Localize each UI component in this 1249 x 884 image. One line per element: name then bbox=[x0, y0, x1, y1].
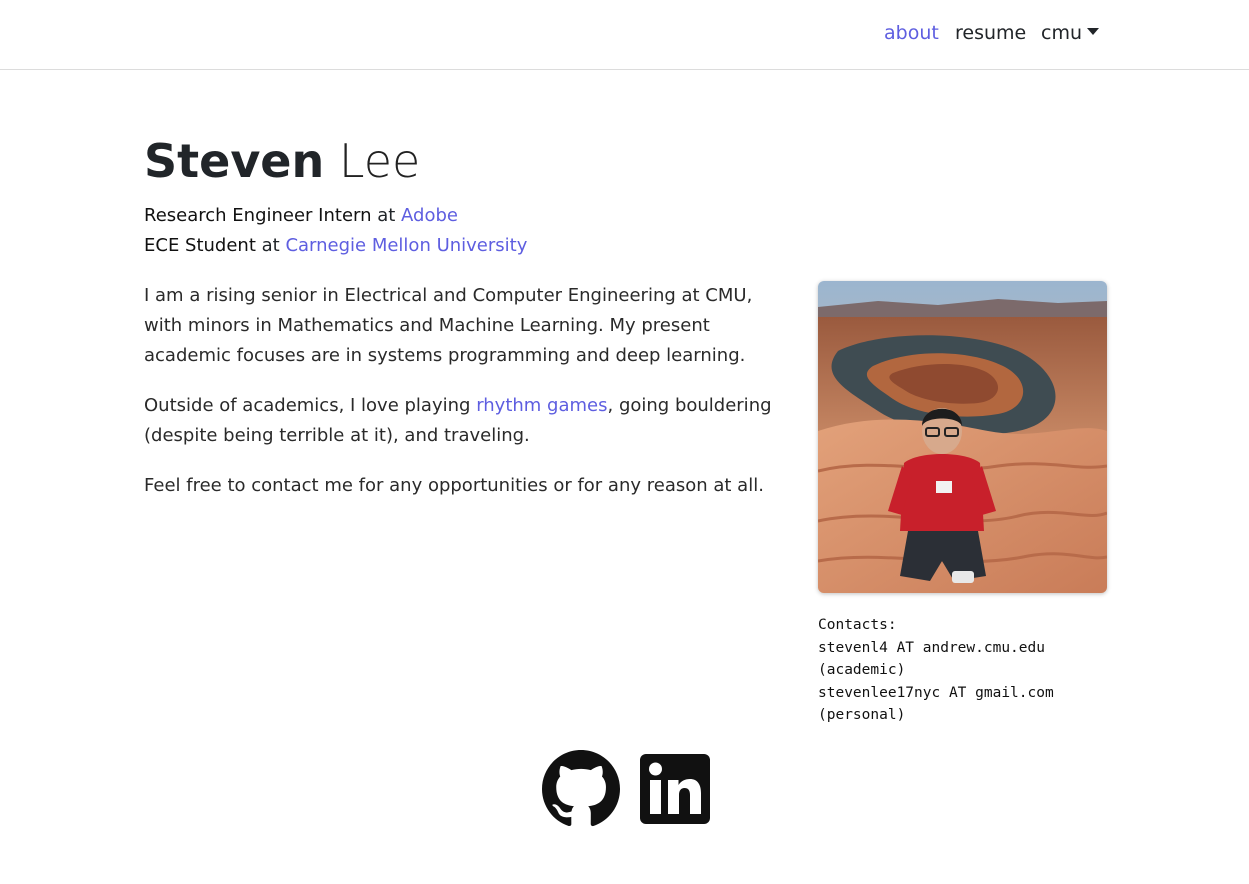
page-title: Steven Lee bbox=[144, 132, 420, 190]
about-paragraph-1: I am a rising senior in Electrical and C… bbox=[144, 285, 753, 366]
adobe-link[interactable]: Adobe bbox=[401, 205, 458, 226]
cmu-link[interactable]: Carnegie Mellon University bbox=[285, 235, 527, 256]
hobbies-text: Outside of academics, I love playing bbox=[144, 395, 477, 416]
role-line-adobe: Research Engineer Intern at Adobe bbox=[144, 201, 458, 231]
nav-cmu-label: cmu bbox=[1041, 22, 1082, 44]
first-name: Steven bbox=[144, 134, 325, 188]
nav-about-link[interactable]: about bbox=[884, 22, 939, 44]
role-connector: at bbox=[255, 235, 286, 256]
about-paragraph-2: Outside of academics, I love playing rhy… bbox=[144, 391, 784, 451]
github-icon bbox=[542, 750, 620, 827]
role-title: Research Engineer Intern bbox=[144, 205, 372, 226]
academic-email: stevenl4 AT andrew.cmu.edu bbox=[818, 639, 1045, 656]
role-line-cmu: ECE Student at Carnegie Mellon Universit… bbox=[144, 231, 527, 261]
contacts-block: Contacts: stevenl4 AT andrew.cmu.edu (acad… bbox=[818, 614, 1054, 727]
nav-resume-link[interactable]: resume bbox=[955, 22, 1026, 44]
linkedin-link[interactable] bbox=[638, 750, 712, 832]
role-connector: at bbox=[371, 205, 402, 226]
academic-note: (academic) bbox=[818, 662, 906, 678]
role-title: ECE Student bbox=[144, 235, 256, 256]
rhythm-games-link[interactable]: rhythm games bbox=[476, 395, 607, 416]
contacts-heading: Contacts: bbox=[818, 617, 897, 633]
profile-photo bbox=[818, 281, 1107, 593]
linkedin-icon bbox=[640, 754, 710, 824]
last-name: Lee bbox=[324, 134, 421, 188]
personal-email: stevenlee17nyc AT gmail.com bbox=[818, 684, 1054, 701]
top-navbar: about resume cmu bbox=[0, 0, 1249, 70]
personal-note: (personal) bbox=[818, 707, 906, 723]
github-link[interactable] bbox=[542, 750, 620, 832]
nav-cmu-dropdown[interactable]: cmu bbox=[1041, 22, 1099, 44]
about-paragraph-3: Feel free to contact me for any opportun… bbox=[144, 475, 764, 496]
caret-down-icon bbox=[1087, 28, 1099, 35]
